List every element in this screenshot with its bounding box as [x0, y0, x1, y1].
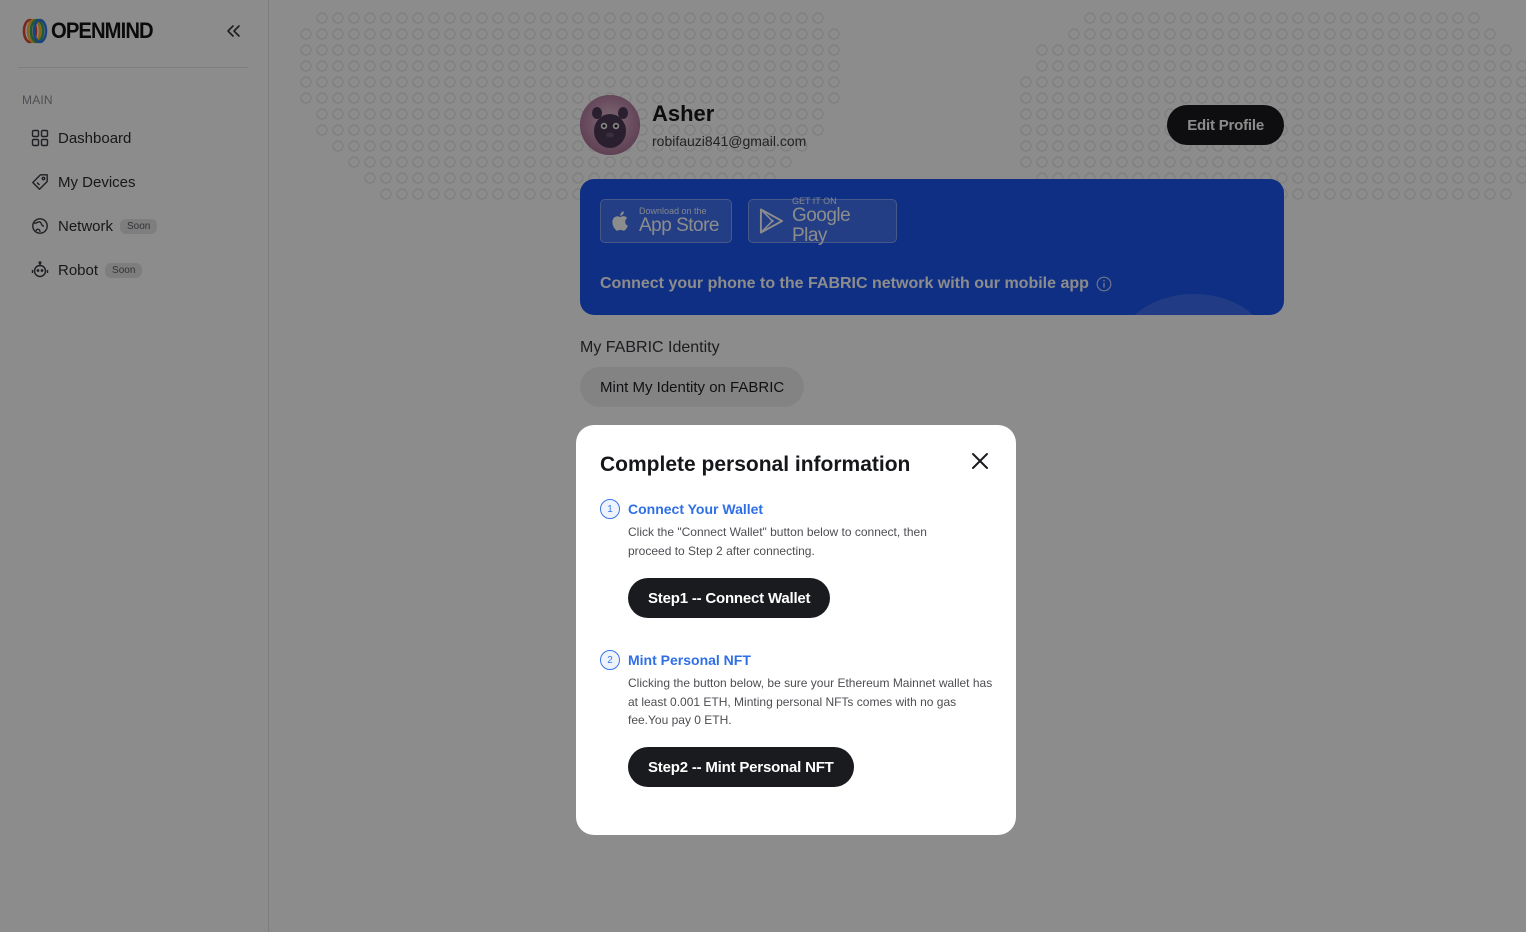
close-icon	[972, 453, 988, 469]
mint-personal-nft-button[interactable]: Step2 -- Mint Personal NFT	[628, 747, 854, 787]
modal-title: Complete personal information	[600, 453, 911, 476]
step-number-badge: 1	[600, 499, 620, 519]
step-number-badge: 2	[600, 650, 620, 670]
step-title: Mint Personal NFT	[628, 652, 751, 668]
step-description: Click the "Connect Wallet" button below …	[628, 525, 927, 558]
step-description: Clicking the button below, be sure your …	[628, 676, 993, 727]
complete-info-modal: Complete personal information 1 Connect …	[576, 425, 1016, 835]
close-modal-button[interactable]	[968, 449, 992, 473]
connect-wallet-button[interactable]: Step1 -- Connect Wallet	[628, 578, 831, 618]
step-title: Connect Your Wallet	[628, 501, 764, 517]
